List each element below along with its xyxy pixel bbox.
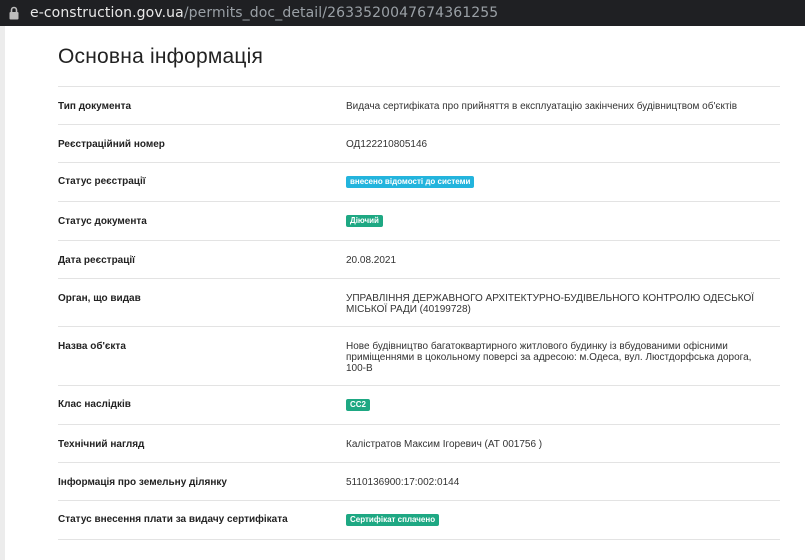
row-value: 20.08.2021	[346, 255, 397, 266]
page-title: Основна інформація	[58, 45, 264, 68]
row-value: Видача сертифіката про прийняття в експл…	[346, 101, 738, 112]
row-label: Реєстраційний номер	[58, 139, 165, 150]
row-label: Статус внесення плати за видачу сертифік…	[58, 514, 288, 525]
lock-icon	[9, 6, 19, 20]
row-label: Дата реєстрації	[58, 255, 135, 266]
row-registration-number: Реєстраційний номер ОД122210805146	[58, 124, 780, 162]
row-technical-supervision: Технічний нагляд Калістратов Максим Ігор…	[58, 424, 780, 462]
table-bottom-divider	[58, 539, 780, 540]
info-table: Тип документа Видача сертифіката про при…	[58, 86, 780, 540]
row-value: Нове будівництво багатоквартирного житло…	[346, 341, 752, 374]
row-document-type: Тип документа Видача сертифіката про при…	[58, 86, 780, 124]
main-info-card: Основна інформація Тип документа Видача …	[5, 26, 805, 560]
payment-badge: Сертифікат сплачено	[346, 514, 440, 526]
row-registration-date: Дата реєстрації 20.08.2021	[58, 240, 780, 278]
url-host: e-construction.gov.ua	[30, 5, 184, 21]
row-object-name: Назва об'єкта Нове будівництво багатоква…	[58, 326, 780, 385]
status-badge: Діючий	[346, 215, 383, 227]
row-label: Технічний нагляд	[58, 439, 145, 450]
row-value: ОД122210805146	[346, 139, 428, 150]
row-value: СС2	[346, 399, 756, 411]
row-label: Назва об'єкта	[58, 341, 126, 352]
row-label: Статус реєстрації	[58, 176, 146, 187]
row-value: УПРАВЛІННЯ ДЕРЖАВНОГО АРХІТЕКТУРНО-БУДІВ…	[346, 293, 755, 315]
row-label: Тип документа	[58, 101, 132, 112]
url-text[interactable]: e-construction.gov.ua/permits_doc_detail…	[30, 5, 498, 21]
row-label: Інформація про земельну ділянку	[58, 477, 227, 488]
browser-address-bar[interactable]: e-construction.gov.ua/permits_doc_detail…	[0, 0, 805, 26]
url-path: /permits_doc_detail/2633520047674361255	[183, 5, 499, 21]
class-badge: СС2	[346, 399, 371, 411]
row-value: Калістратов Максим Ігоревич (АТ 001756 )	[346, 439, 543, 450]
row-label: Клас наслідків	[58, 399, 131, 410]
row-value: 5110136900:17:002:0144	[346, 477, 460, 488]
row-value: Діючий	[346, 215, 756, 227]
status-badge: внесено відомості до системи	[346, 176, 475, 188]
row-consequence-class: Клас наслідків СС2	[58, 385, 780, 424]
row-issuing-authority: Орган, що видав УПРАВЛІННЯ ДЕРЖАВНОГО АР…	[58, 278, 780, 326]
row-land-plot-info: Інформація про земельну ділянку 51101369…	[58, 462, 780, 500]
row-value: внесено відомості до системи	[346, 176, 756, 188]
row-registration-status: Статус реєстрації внесено відомості до с…	[58, 162, 780, 201]
row-value: Сертифікат сплачено	[346, 514, 756, 526]
row-label: Орган, що видав	[58, 293, 141, 304]
row-label: Статус документа	[58, 216, 147, 227]
row-payment-status: Статус внесення плати за видачу сертифік…	[58, 500, 780, 539]
row-document-status: Статус документа Діючий	[58, 201, 780, 240]
